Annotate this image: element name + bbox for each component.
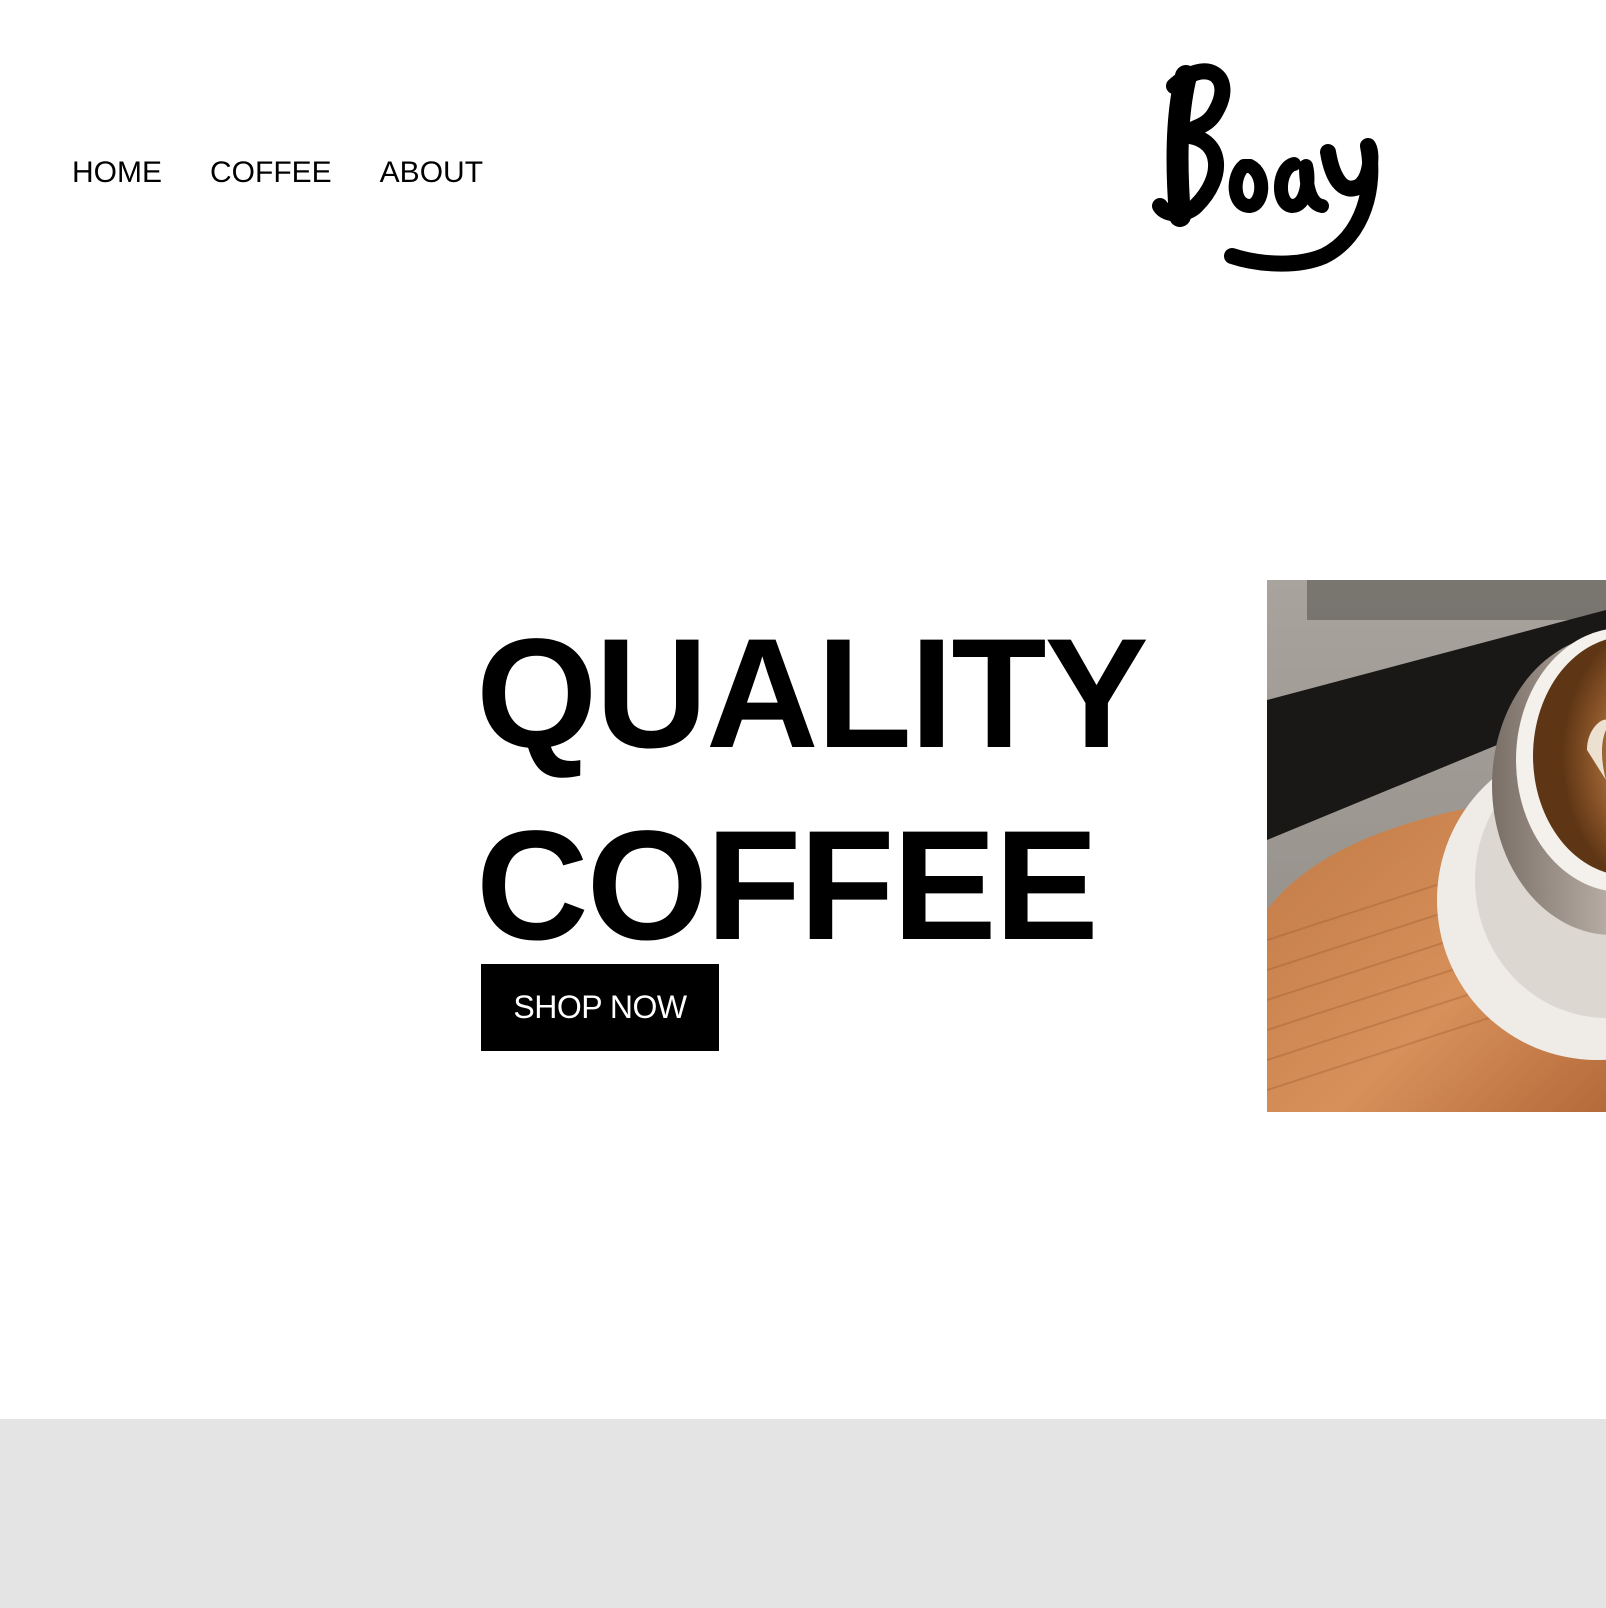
- latte-cup-image: [1267, 580, 1606, 1112]
- nav-home-link[interactable]: HOME: [72, 158, 162, 188]
- hero-title-line-2: COFFEE: [476, 799, 1099, 973]
- signature-logo-icon: [1152, 63, 1379, 272]
- shop-now-button[interactable]: SHOP NOW: [481, 964, 719, 1051]
- coffee-photo: [1267, 580, 1606, 1112]
- page: HOME COFFEE ABOUT QUALITY COFFEE SHOP NO…: [0, 0, 1606, 1608]
- nav-coffee-link[interactable]: COFFEE: [210, 158, 332, 188]
- nav-about-link[interactable]: ABOUT: [380, 158, 483, 188]
- brand-logo[interactable]: [1146, 56, 1390, 276]
- hero-title-line-1: QUALITY: [476, 607, 1149, 781]
- main-nav: HOME COFFEE ABOUT: [72, 158, 483, 188]
- hero-title: QUALITY COFFEE: [476, 598, 1149, 982]
- footer-band: [0, 1419, 1606, 1608]
